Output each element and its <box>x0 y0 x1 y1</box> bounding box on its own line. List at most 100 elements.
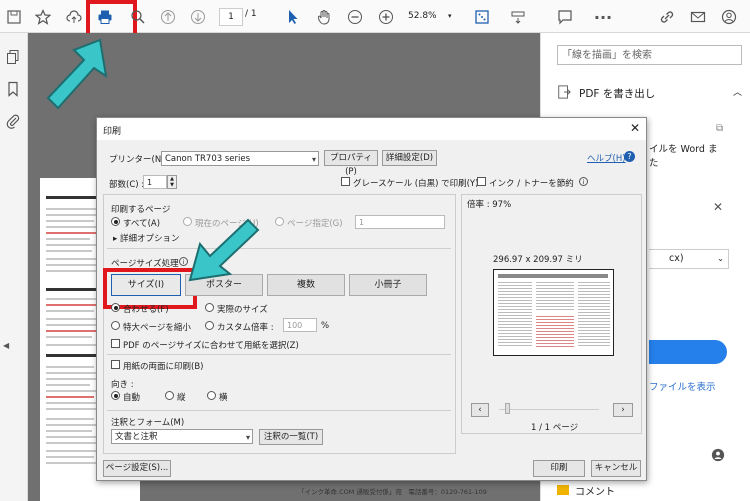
orientation-landscape-label: 横 <box>219 393 228 403</box>
dialog-titlebar: 印刷 ✕ <box>97 118 646 140</box>
cancel-button[interactable]: キャンセル <box>591 460 641 477</box>
page-slider-thumb[interactable] <box>505 403 510 414</box>
mail-icon[interactable] <box>688 7 708 27</box>
orientation-landscape-radio[interactable] <box>207 391 216 400</box>
custom-scale-label: カスタム倍率 : <box>217 323 274 333</box>
comments-select[interactable]: 文書と注釈 ▾ <box>111 429 253 444</box>
next-page-button[interactable]: › <box>613 403 633 417</box>
main-toolbar: 1 / 1 52.8% ▾ ··· <box>0 0 750 44</box>
copy-icon: ⧉ <box>716 123 724 134</box>
convert-description-1: イルを Word ま <box>649 144 718 155</box>
preview-scale-label: 倍率 : 97% <box>467 200 512 210</box>
fit-page-icon[interactable] <box>472 7 492 27</box>
hand-tool-icon[interactable] <box>314 7 334 27</box>
page-up-icon[interactable] <box>158 7 178 27</box>
chevron-down-icon: ⌄ <box>717 254 724 263</box>
advanced-button[interactable]: 詳細設定(D) <box>382 150 437 166</box>
save-ink-label: インク / トナーを節約 <box>489 179 574 189</box>
grayscale-checkbox[interactable] <box>341 177 350 186</box>
fit-label: 合わせる(F) <box>123 305 169 315</box>
save-ink-checkbox[interactable] <box>477 177 486 186</box>
orientation-portrait-radio[interactable] <box>165 391 174 400</box>
user-icon[interactable] <box>711 448 725 462</box>
page-number-input[interactable]: 1 <box>219 8 243 26</box>
help-link[interactable]: ヘルプ(H) <box>587 152 626 164</box>
print-preview-image <box>493 269 614 356</box>
format-select[interactable]: cx) ⌄ <box>649 249 729 269</box>
actual-size-label: 実際のサイズ <box>217 305 268 315</box>
zoom-search-icon[interactable] <box>128 7 148 27</box>
chevron-up-icon[interactable]: ︿ <box>733 85 742 98</box>
bookmark-icon[interactable] <box>3 79 23 99</box>
comments-section-title: 注釈とフォーム(M) <box>111 418 185 428</box>
paper-size-label: 296.97 x 209.97 ミリ <box>493 255 583 265</box>
show-files-link[interactable]: ファイルを表示 <box>649 379 716 393</box>
arrow-to-size-tab <box>188 218 260 282</box>
page-down-icon[interactable] <box>188 7 208 27</box>
collapse-arrow-icon[interactable]: ◀ <box>3 341 9 350</box>
upload-cloud-icon[interactable] <box>64 7 84 27</box>
comment-tool-label[interactable]: コメント <box>575 483 615 498</box>
all-pages-label: すべて(A) <box>123 219 161 229</box>
copies-input[interactable]: 1 <box>143 175 167 189</box>
custom-scale-radio[interactable] <box>205 321 214 330</box>
scroll-mode-icon[interactable] <box>508 7 528 27</box>
duplex-label: 用紙の両面に印刷(B) <box>123 362 204 372</box>
printer-value: Canon TR703 series <box>165 154 251 164</box>
print-dialog: 印刷 ✕ プリンター(N) : Canon TR703 series ▾ プロパテ… <box>96 117 647 481</box>
printer-select[interactable]: Canon TR703 series ▾ <box>161 151 319 166</box>
link-share-icon[interactable] <box>657 7 677 27</box>
export-button[interactable] <box>649 340 727 364</box>
zoom-out-icon[interactable] <box>345 7 365 27</box>
attachment-icon[interactable] <box>3 111 23 131</box>
convert-description-2: た <box>649 158 659 169</box>
format-select-value: cx) <box>669 253 684 264</box>
document-footer-text: 「インク革命.COM 通販受付係」宛 電話番号：0120-761-109 <box>298 488 487 496</box>
pages-thumbnail-icon[interactable] <box>3 47 23 67</box>
tools-search-input[interactable]: 「線を描画」を検索 <box>557 45 742 65</box>
page-setup-button[interactable]: ページ設定(S)... <box>103 460 171 477</box>
orientation-auto-radio[interactable] <box>111 391 120 400</box>
page-indicator: 1 / 1 ページ <box>531 423 579 433</box>
close-icon[interactable]: ✕ <box>630 121 640 135</box>
zoom-level-value: 52.8% <box>408 11 437 21</box>
choose-paper-checkbox[interactable] <box>111 339 120 348</box>
account-icon[interactable] <box>719 7 739 27</box>
page-range-input[interactable]: 1 <box>355 215 445 229</box>
star-icon[interactable] <box>33 7 53 27</box>
info-icon[interactable]: i <box>579 177 588 186</box>
chevron-down-icon: ▾ <box>311 155 316 164</box>
shrink-oversized-radio[interactable] <box>111 321 120 330</box>
zoom-in-icon[interactable] <box>376 7 396 27</box>
help-icon[interactable]: ? <box>624 151 635 162</box>
copies-spinner[interactable]: ▲ ▼ <box>167 175 177 189</box>
clear-x-icon[interactable]: ✕ <box>713 200 723 214</box>
comment-icon[interactable] <box>555 7 575 27</box>
grayscale-label: グレースケール (白黒) で印刷(Y) <box>353 179 479 189</box>
fit-radio[interactable] <box>111 303 120 312</box>
pages-section-title: 印刷するページ <box>111 205 171 215</box>
more-options-icon[interactable]: ··· <box>593 7 613 27</box>
actual-size-radio[interactable] <box>205 303 214 312</box>
select-cursor-icon[interactable] <box>283 7 303 27</box>
orientation-label: 向き : <box>111 380 134 390</box>
duplex-checkbox[interactable] <box>111 360 120 369</box>
properties-button[interactable]: プロパティ(P) <box>324 150 378 177</box>
arrow-to-print-icon <box>46 38 108 110</box>
detail-options-toggle[interactable]: ▸ 詳細オプション <box>113 232 179 244</box>
page-range-label: ページ指定(G) <box>287 219 343 229</box>
save-icon[interactable] <box>4 7 24 27</box>
custom-scale-input[interactable]: 100 <box>283 318 317 332</box>
tab-booklet[interactable]: 小冊子 <box>349 274 427 296</box>
summarize-comments-button[interactable]: 注釈の一覧(T) <box>259 429 323 445</box>
left-sidebar: ◀ <box>0 33 28 501</box>
zoom-level-dropdown[interactable]: 52.8% ▾ <box>408 7 460 25</box>
copies-label: 部数(C) : <box>109 180 145 190</box>
shrink-oversized-label: 特大ページを縮小 <box>123 323 191 333</box>
print-button[interactable]: 印刷 <box>533 460 585 477</box>
chevron-down-icon: ▾ <box>448 12 452 20</box>
export-pdf-heading[interactable]: PDF を書き出し <box>579 86 655 101</box>
all-pages-radio[interactable] <box>111 217 120 226</box>
prev-page-button[interactable]: ‹ <box>471 403 489 417</box>
page-total: / 1 <box>245 9 257 19</box>
